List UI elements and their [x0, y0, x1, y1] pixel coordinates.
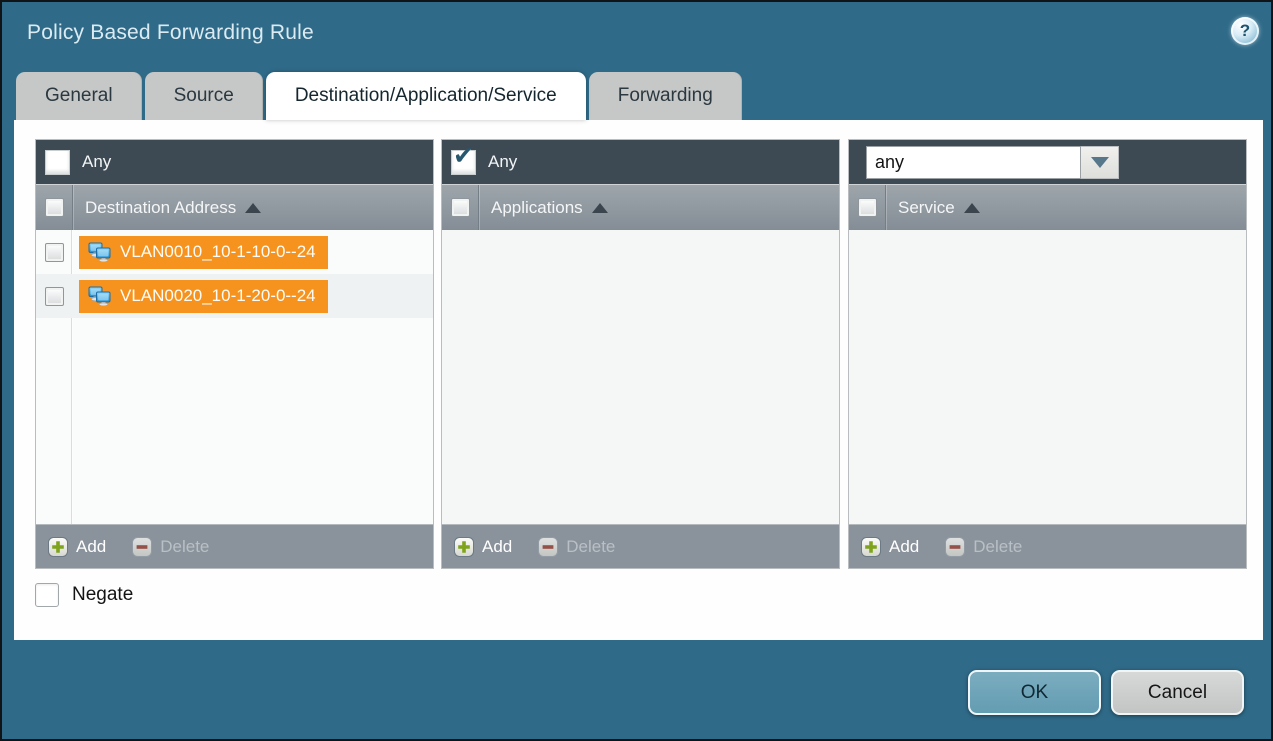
service-footer: Add Delete: [849, 524, 1246, 568]
destination-any-checkbox[interactable]: ✔: [45, 150, 70, 175]
destination-row-1-checkbox[interactable]: [45, 243, 64, 262]
add-icon: [454, 537, 474, 557]
applications-select-all-checkbox[interactable]: [451, 198, 470, 217]
service-select-all-checkbox[interactable]: [858, 198, 877, 217]
tab-general[interactable]: General: [16, 72, 142, 120]
add-label: Add: [76, 537, 106, 557]
checkbox-cell: [36, 274, 72, 318]
ok-button[interactable]: OK: [968, 670, 1101, 715]
tab-forwarding[interactable]: Forwarding: [589, 72, 742, 120]
applications-delete-button[interactable]: Delete: [538, 537, 615, 557]
service-list: [849, 230, 1246, 524]
checkbox-cell: [36, 185, 72, 230]
delete-icon: [538, 537, 558, 557]
tab-destination-application-service[interactable]: Destination/Application/Service: [266, 72, 586, 120]
destination-column-header-row: Destination Address: [36, 184, 433, 230]
applications-add-button[interactable]: Add: [454, 537, 512, 557]
negate-label: Negate: [72, 584, 133, 606]
network-address-icon: [88, 286, 111, 306]
destination-add-button[interactable]: Add: [48, 537, 106, 557]
applications-footer: Add Delete: [442, 524, 839, 568]
tab-source[interactable]: Source: [145, 72, 263, 120]
delete-label: Delete: [160, 537, 209, 557]
address-object-name: VLAN0010_10-1-10-0--24: [120, 242, 316, 262]
dropdown-button[interactable]: [1081, 146, 1119, 179]
destination-footer: Add Delete: [36, 524, 433, 568]
help-icon[interactable]: ?: [1231, 17, 1259, 45]
applications-list: [442, 230, 839, 524]
destination-select-all-checkbox[interactable]: [45, 198, 64, 217]
destination-delete-button[interactable]: Delete: [132, 537, 209, 557]
destination-row-2: VLAN0020_10-1-20-0--24: [36, 274, 433, 318]
applications-column-header[interactable]: Applications: [491, 198, 583, 218]
network-address-icon: [88, 242, 111, 262]
applications-any-header: ✔ Any: [442, 140, 839, 184]
sort-ascending-icon[interactable]: [245, 203, 261, 213]
destination-row-1: VLAN0010_10-1-10-0--24: [36, 230, 433, 274]
service-column-header-row: Service: [849, 184, 1246, 230]
checkbox-cell: [36, 230, 72, 274]
delete-icon: [132, 537, 152, 557]
service-panel: any Service: [848, 139, 1247, 569]
cancel-button[interactable]: Cancel: [1111, 670, 1244, 715]
pbf-rule-dialog: Policy Based Forwarding Rule ? General S…: [0, 0, 1273, 741]
dialog-title: Policy Based Forwarding Rule: [27, 21, 314, 45]
service-type-value: any: [866, 146, 1081, 179]
destination-address-object-1[interactable]: VLAN0010_10-1-10-0--24: [79, 236, 328, 269]
service-dropdown-header: any: [849, 140, 1246, 184]
destination-address-panel: ✔ Any Destination Address: [35, 139, 434, 569]
destination-any-label: Any: [82, 152, 111, 172]
checkbox-cell: [849, 185, 885, 230]
applications-panel: ✔ Any Applications Add: [441, 139, 840, 569]
applications-column-header-row: Applications: [442, 184, 839, 230]
help-glyph: ?: [1240, 21, 1250, 41]
add-label: Add: [889, 537, 919, 557]
address-object-name: VLAN0020_10-1-20-0--24: [120, 286, 316, 306]
sort-ascending-icon[interactable]: [592, 203, 608, 213]
service-delete-button[interactable]: Delete: [945, 537, 1022, 557]
destination-column-header[interactable]: Destination Address: [85, 198, 236, 218]
delete-label: Delete: [566, 537, 615, 557]
destination-row-2-checkbox[interactable]: [45, 287, 64, 306]
checkbox-cell: [442, 185, 478, 230]
service-column-header[interactable]: Service: [898, 198, 955, 218]
checkmark-icon: ✔: [453, 144, 474, 169]
service-type-dropdown[interactable]: any: [866, 146, 1119, 179]
sort-ascending-icon[interactable]: [964, 203, 980, 213]
applications-any-checkbox[interactable]: ✔: [451, 150, 476, 175]
negate-row: Negate: [35, 583, 133, 607]
chevron-down-icon: [1091, 157, 1109, 168]
delete-label: Delete: [973, 537, 1022, 557]
destination-address-object-2[interactable]: VLAN0020_10-1-20-0--24: [79, 280, 328, 313]
tab-content: ✔ Any Destination Address: [14, 120, 1263, 640]
add-icon: [861, 537, 881, 557]
tab-bar: General Source Destination/Application/S…: [16, 72, 742, 120]
add-icon: [48, 537, 68, 557]
negate-checkbox[interactable]: [35, 583, 59, 607]
applications-any-label: Any: [488, 152, 517, 172]
service-add-button[interactable]: Add: [861, 537, 919, 557]
delete-icon: [945, 537, 965, 557]
add-label: Add: [482, 537, 512, 557]
destination-any-header: ✔ Any: [36, 140, 433, 184]
destination-list: VLAN0010_10-1-10-0--24: [36, 230, 433, 524]
